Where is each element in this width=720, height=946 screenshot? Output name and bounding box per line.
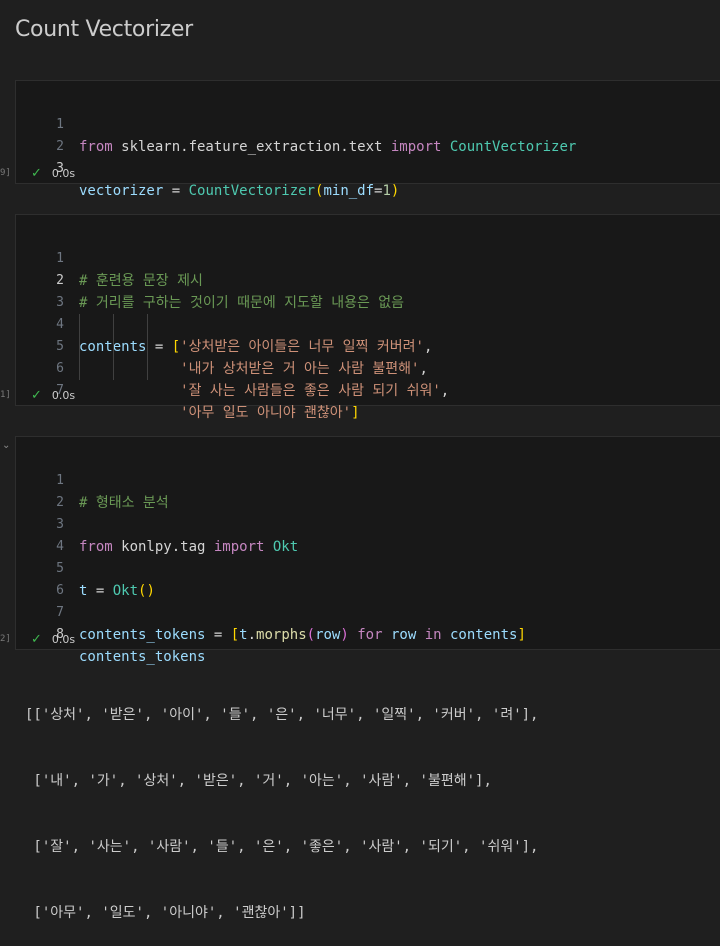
cell-output: [['상처', '받은', '아이', '들', '은', '너무', '일찍'…	[25, 660, 539, 946]
code-text: '내가 상처받은 거 아는 사람 불편해',	[180, 361, 428, 377]
code-text: vectorizer = CountVectorizer(min_df=1)	[79, 183, 400, 199]
code-line: 2 # 거리를 구하는 것이기 때문에 지도할 내용은 없음	[16, 248, 404, 311]
code-line: 5 '내가 상처받은 거 아는 사람 불편해',	[16, 314, 428, 377]
code-text: from konlpy.tag import Okt	[79, 539, 299, 555]
code-text: contents = ['상처받은 아이들은 너무 일찍 커버려',	[79, 339, 433, 355]
code-text: # 형태소 분석	[79, 495, 169, 511]
code-line: 4 contents = ['상처받은 아이들은 너무 일찍 커버려',	[16, 292, 432, 355]
code-cell-1[interactable]: 1 from sklearn.feature_extraction.text i…	[15, 80, 720, 199]
chevron-down-icon[interactable]: ⌄	[2, 440, 12, 451]
code-text: # 거리를 구하는 것이기 때문에 지도할 내용은 없음	[79, 295, 405, 311]
code-line: 1 # 훈련용 문장 제시	[16, 226, 203, 289]
execution-count: 2]	[0, 634, 11, 644]
code-line: 7 contents_tokens = [t.morphs(row) for r…	[16, 580, 526, 643]
indent-guide	[147, 314, 148, 380]
code-text: '잘 사는 사람들은 좋은 사람 되기 쉬워',	[180, 383, 450, 399]
code-line: 5 t = Okt()	[16, 536, 155, 599]
exec-time: 0.0s	[51, 167, 76, 180]
exec-time: 0.0s	[51, 389, 76, 402]
cell-status: ✓ 0.0s	[31, 388, 75, 403]
code-line: 8 contents_tokens	[16, 602, 205, 665]
code-text: contents_tokens = [t.morphs(row) for row…	[79, 627, 526, 643]
code-text: from sklearn.feature_extraction.text imp…	[79, 139, 577, 155]
code-line: 6 '잘 사는 사람들은 좋은 사람 되기 쉬워',	[16, 336, 449, 399]
check-icon: ✓	[31, 632, 42, 647]
code-text: # 훈련용 문장 제시	[79, 273, 203, 289]
code-line: 6	[16, 558, 67, 598]
check-icon: ✓	[31, 166, 42, 181]
code-line: 2	[16, 114, 67, 154]
code-line: 1 from sklearn.feature_extraction.text i…	[16, 92, 576, 155]
execution-count: 1]	[0, 390, 11, 400]
output-line: ['아무', '일도', '아니야', '괜찮아']]	[25, 905, 306, 921]
output-line: [['상처', '받은', '아이', '들', '은', '너무', '일찍'…	[25, 707, 539, 723]
code-line: 1 # 형태소 분석	[16, 448, 169, 511]
code-text: t = Okt()	[79, 583, 155, 599]
code-cell-3[interactable]: 1 # 형태소 분석 2 3 from konlpy.tag import Ok…	[15, 436, 720, 665]
check-icon: ✓	[31, 388, 42, 403]
code-line: 3	[16, 270, 67, 310]
exec-time: 0.0s	[51, 633, 76, 646]
code-line: 3 from konlpy.tag import Okt	[16, 492, 298, 555]
code-text: '아무 일도 아니야 괜찮아']	[180, 405, 360, 421]
code-line: 2	[16, 470, 67, 510]
cell-status: ✓ 0.0s	[31, 632, 75, 647]
code-line: 4	[16, 514, 67, 554]
indent-guide	[79, 314, 80, 380]
output-line: ['잘', '사는', '사람', '들', '은', '좋은', '사람', …	[25, 839, 539, 855]
code-line: 3 vectorizer = CountVectorizer(min_df=1)	[16, 136, 399, 199]
output-line: ['내', '가', '상처', '받은', '거', '아는', '사람', …	[25, 773, 492, 789]
code-cell-2[interactable]: 1 # 훈련용 문장 제시 2 # 거리를 구하는 것이기 때문에 지도할 내용…	[15, 214, 720, 421]
section-heading: Count Vectorizer	[15, 17, 193, 42]
indent-guide	[113, 314, 114, 380]
code-line: 7 '아무 일도 아니야 괜찮아']	[16, 358, 359, 421]
cell-status: ✓ 0.0s	[31, 166, 75, 181]
execution-count: 9]	[0, 168, 11, 178]
